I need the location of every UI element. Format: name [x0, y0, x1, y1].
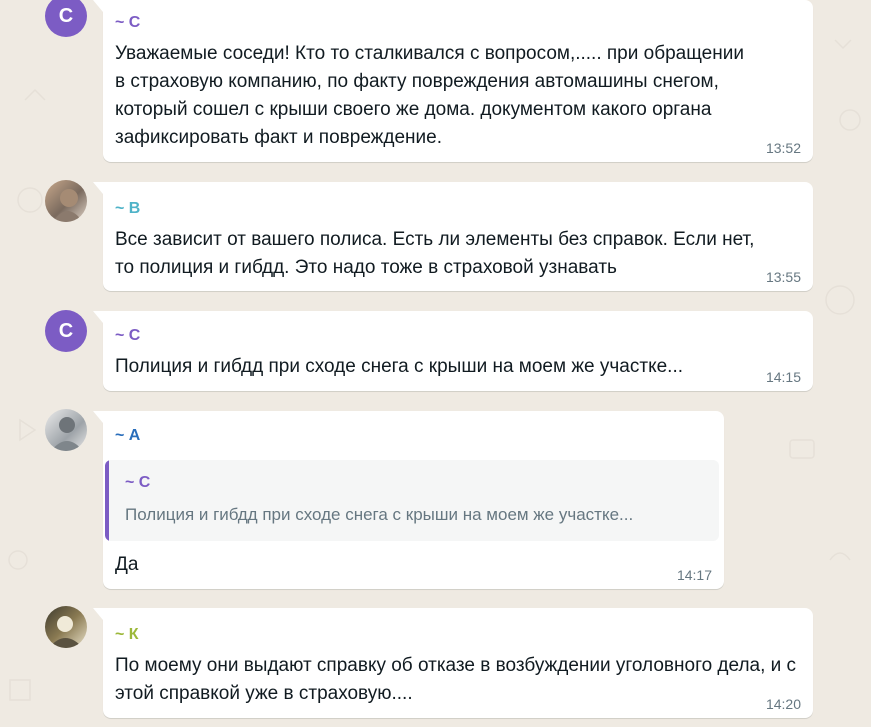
user-photo-icon: [51, 417, 83, 451]
message-time: 14:15: [765, 369, 801, 385]
sender-name[interactable]: ~ В: [115, 200, 140, 218]
message-text: По моему они выдают справку об отказе в …: [115, 655, 797, 704]
quote-text: Полиция и гибдд при сходе снега с крыши …: [125, 505, 634, 524]
avatar-letter: С: [58, 319, 74, 342]
avatar[interactable]: [45, 180, 87, 222]
message-time: 13:55: [765, 269, 801, 285]
message-text: Да: [115, 554, 139, 575]
sender-name[interactable]: ~ А: [115, 427, 140, 445]
quoted-message[interactable]: ~ С Полиция и гибдд при сходе снега с кр…: [105, 460, 719, 541]
message-bubble[interactable]: ~ С Уважаемые соседи! Кто то сталкивался…: [93, 0, 813, 162]
sender-name[interactable]: ~ К: [115, 626, 139, 644]
message-time: 14:17: [676, 567, 712, 583]
message-time: 14:20: [765, 696, 801, 712]
avatar-letter: С: [58, 4, 74, 27]
message-text: Уважаемые соседи! Кто то сталкивался с в…: [115, 43, 744, 148]
message-text: Полиция и гибдд при сходе снега с крыши …: [115, 356, 683, 377]
message-bubble[interactable]: ~ К По моему они выдают справку об отказ…: [93, 608, 813, 718]
user-photo-icon: [53, 189, 83, 222]
message-time: 13:52: [765, 140, 801, 156]
avatar[interactable]: [45, 409, 87, 451]
avatar[interactable]: [45, 606, 87, 648]
message-bubble[interactable]: ~ А ~ С Полиция и гибдд при сходе снега …: [93, 411, 724, 589]
avatar[interactable]: С: [45, 0, 87, 37]
message-text: Все зависит от вашего полиса. Есть ли эл…: [115, 229, 755, 278]
sender-name[interactable]: ~ С: [115, 14, 140, 32]
message-bubble[interactable]: ~ В Все зависит от вашего полиса. Есть л…: [93, 182, 813, 291]
sender-name[interactable]: ~ С: [115, 327, 140, 345]
quote-sender-name: ~ С: [125, 474, 151, 491]
message-bubble[interactable]: ~ С Полиция и гибдд при сходе снега с кр…: [93, 311, 813, 391]
quote-bar: [105, 460, 109, 541]
avatar[interactable]: С: [45, 310, 87, 352]
user-photo-icon: [49, 616, 83, 648]
